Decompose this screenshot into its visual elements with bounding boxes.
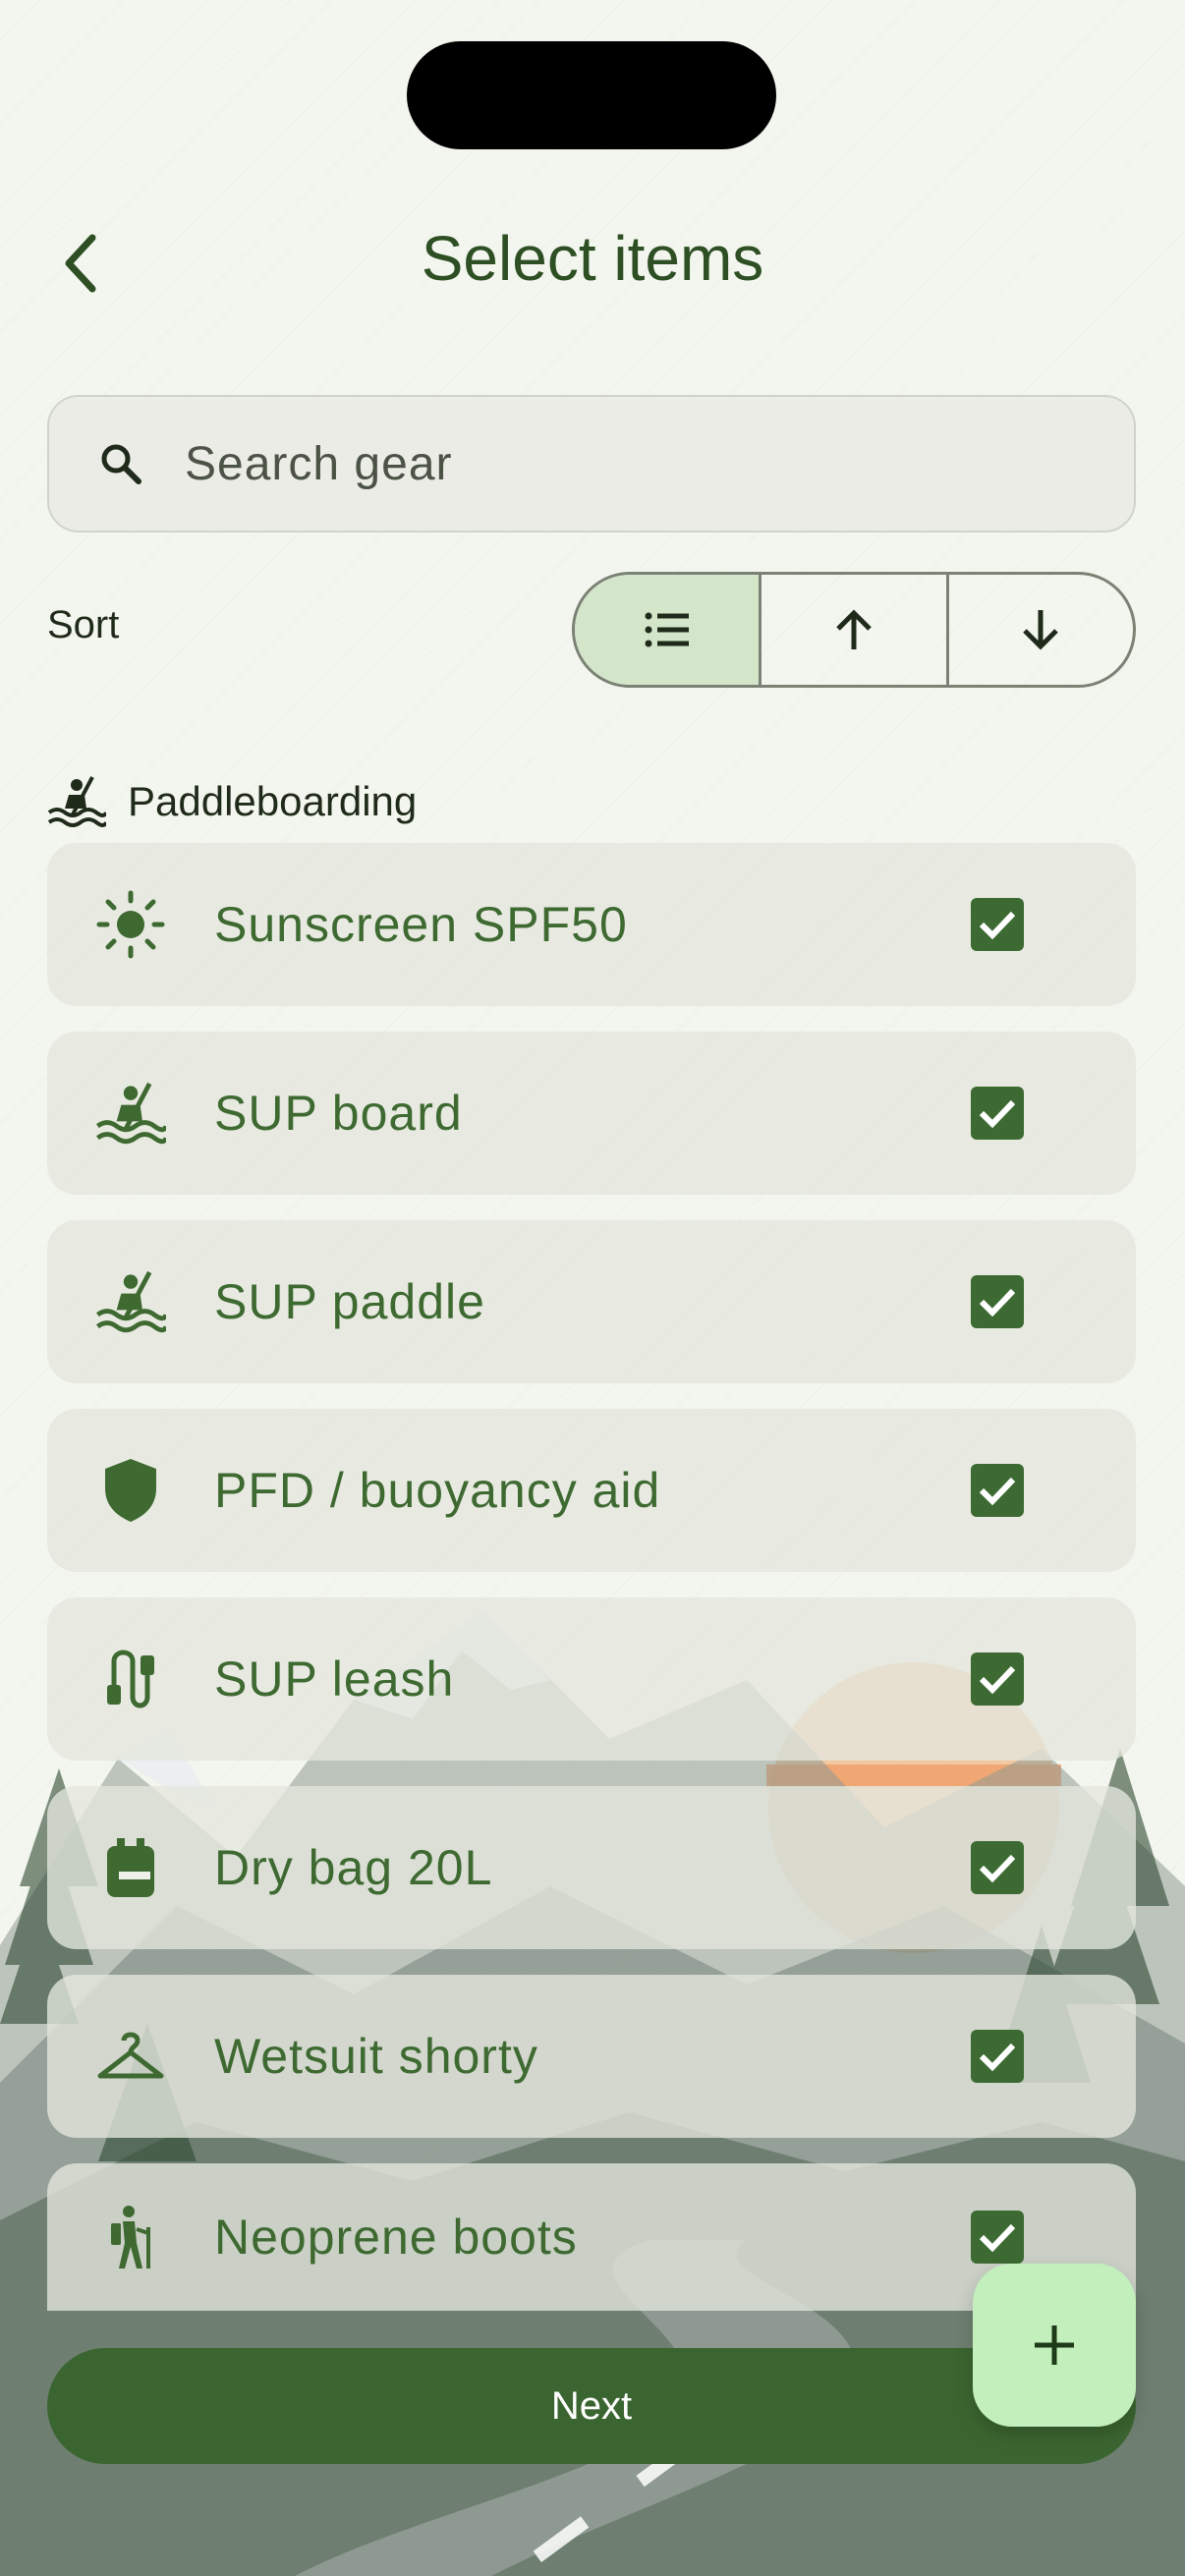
item-label: Wetsuit shorty [214,2029,538,2084]
add-item-button[interactable] [973,2264,1136,2427]
sort-default-button[interactable] [575,575,760,685]
item-checkbox[interactable] [971,1841,1024,1894]
page-title: Select items [421,223,764,294]
list-item[interactable]: Dry bag 20L [47,1786,1136,1949]
list-item[interactable]: SUP leash [47,1597,1136,1761]
cable-icon [90,1639,171,1719]
arrow-up-icon [836,609,872,649]
kayak-icon [90,1261,171,1342]
sun-icon [90,884,171,965]
search-input[interactable]: Search gear [47,395,1136,532]
list-item[interactable]: Sunscreen SPF50 [47,843,1136,1006]
search-icon [96,439,145,488]
item-checkbox[interactable] [971,2030,1024,2083]
check-icon [979,1477,1016,1506]
check-icon [979,2223,1016,2253]
list-item[interactable]: SUP paddle [47,1220,1136,1383]
check-icon [979,2043,1016,2072]
category-header: Paddleboarding [47,772,417,831]
kayak-icon [90,1073,171,1153]
check-icon [979,1665,1016,1695]
item-label: PFD / buoyancy aid [214,1463,661,1518]
item-label: SUP paddle [214,1274,485,1329]
sort-ascending-button[interactable] [759,575,945,685]
check-icon [979,1288,1016,1317]
hanger-icon [90,2016,171,2097]
arrow-down-icon [1023,610,1059,650]
check-icon [979,1099,1016,1129]
item-checkbox[interactable] [971,2211,1024,2264]
check-icon [979,1854,1016,1883]
item-checkbox[interactable] [971,1652,1024,1706]
item-label: SUP board [214,1086,463,1141]
shield-icon [90,1450,171,1531]
item-label: Neoprene boots [214,2210,578,2265]
plus-icon [1035,2325,1074,2365]
camera-notch [407,41,776,149]
backpack-icon [90,1827,171,1908]
sort-descending-button[interactable] [945,575,1133,685]
sort-toggle[interactable] [572,572,1136,688]
list-item[interactable]: PFD / buoyancy aid [47,1409,1136,1572]
item-label: Sunscreen SPF50 [214,897,628,952]
list-item[interactable]: Neoprene boots [47,2163,1136,2311]
item-label: SUP leash [214,1652,455,1707]
list-icon [645,612,689,647]
list-item[interactable]: Wetsuit shorty [47,1975,1136,2138]
search-placeholder: Search gear [185,437,453,490]
sort-label: Sort [47,603,120,646]
item-checkbox[interactable] [971,1275,1024,1328]
kayak-icon [47,776,106,827]
category-title: Paddleboarding [128,778,418,824]
check-icon [979,911,1016,940]
item-checkbox[interactable] [971,898,1024,951]
hiker-icon [90,2197,171,2277]
item-checkbox[interactable] [971,1464,1024,1517]
list-item[interactable]: SUP board [47,1032,1136,1195]
item-label: Dry bag 20L [214,1840,493,1895]
item-checkbox[interactable] [971,1087,1024,1140]
